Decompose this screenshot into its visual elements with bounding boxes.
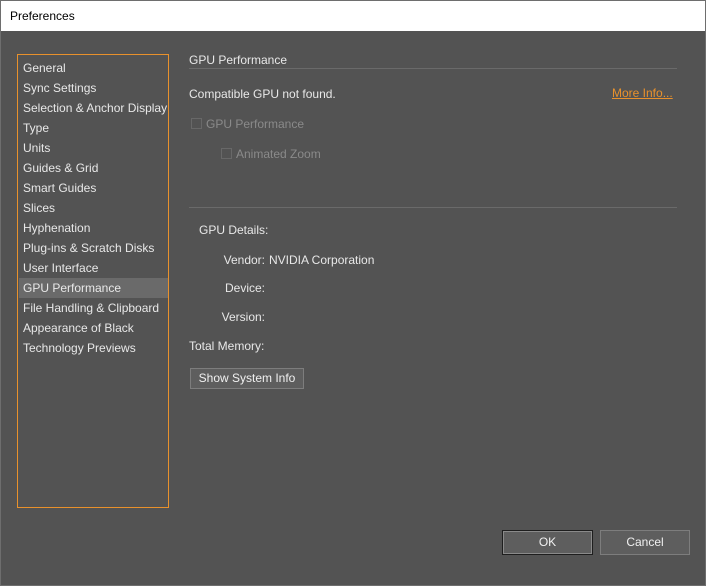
sidebar-item-technology-previews[interactable]: Technology Previews: [19, 338, 168, 358]
sidebar-item-file-handling-clipboard[interactable]: File Handling & Clipboard: [19, 298, 168, 318]
cancel-button[interactable]: Cancel: [600, 530, 690, 555]
sidebar-item-type[interactable]: Type: [19, 118, 168, 138]
gpu-details-label: GPU Details:: [199, 223, 269, 237]
details-divider: [189, 207, 677, 208]
gpu-performance-panel: GPU Performance Compatible GPU not found…: [189, 31, 689, 585]
more-info-link[interactable]: More Info...: [612, 86, 673, 100]
sidebar-item-units[interactable]: Units: [19, 138, 168, 158]
sidebar-item-selection-anchor-display[interactable]: Selection & Anchor Display: [19, 98, 168, 118]
gpu-status-text: Compatible GPU not found.: [189, 87, 336, 101]
vendor-value: NVIDIA Corporation: [269, 253, 375, 267]
version-label: Version:: [221, 310, 265, 324]
title-bar: Preferences: [1, 1, 705, 31]
sidebar-item-user-interface[interactable]: User Interface: [19, 258, 168, 278]
gpu-performance-checkbox[interactable]: [191, 118, 202, 129]
sidebar-item-plugins-scratch-disks[interactable]: Plug-ins & Scratch Disks: [19, 238, 168, 258]
sidebar-item-smart-guides[interactable]: Smart Guides: [19, 178, 168, 198]
total-memory-label: Total Memory:: [189, 339, 265, 353]
preferences-dialog: Preferences General Sync Settings Select…: [0, 0, 706, 586]
sidebar-item-sync-settings[interactable]: Sync Settings: [19, 78, 168, 98]
sidebar-item-gpu-performance[interactable]: GPU Performance: [19, 278, 168, 298]
sidebar-item-appearance-of-black[interactable]: Appearance of Black: [19, 318, 168, 338]
preferences-category-list: General Sync Settings Selection & Anchor…: [17, 54, 169, 508]
section-divider: [189, 68, 677, 69]
ok-button[interactable]: OK: [502, 530, 593, 555]
gpu-performance-checkbox-label: GPU Performance: [206, 117, 305, 131]
section-title: GPU Performance: [189, 53, 288, 67]
animated-zoom-checkbox[interactable]: [221, 148, 232, 159]
window-title: Preferences: [10, 9, 75, 23]
device-label: Device:: [224, 281, 265, 295]
sidebar-item-guides-grid[interactable]: Guides & Grid: [19, 158, 168, 178]
sidebar-item-slices[interactable]: Slices: [19, 198, 168, 218]
vendor-label: Vendor:: [223, 253, 265, 267]
animated-zoom-checkbox-label: Animated Zoom: [236, 147, 321, 161]
sidebar-item-general[interactable]: General: [19, 58, 168, 78]
sidebar-item-hyphenation[interactable]: Hyphenation: [19, 218, 168, 238]
dialog-body: General Sync Settings Selection & Anchor…: [1, 31, 705, 585]
show-system-info-button[interactable]: Show System Info: [190, 368, 304, 389]
